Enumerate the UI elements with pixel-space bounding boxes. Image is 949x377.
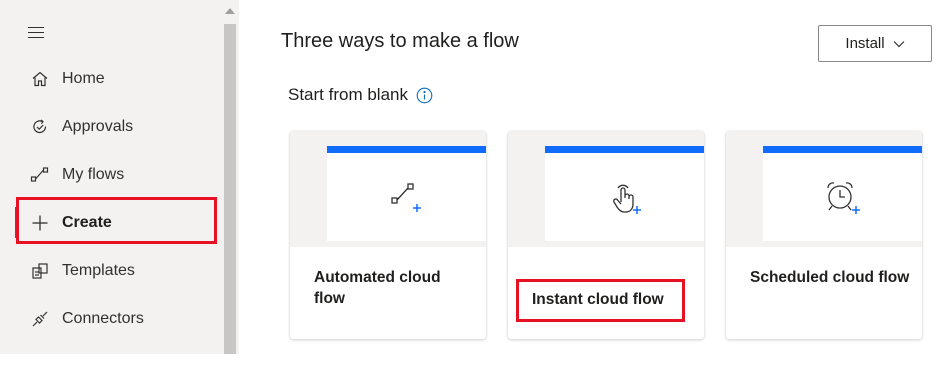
card-illustration [290, 131, 486, 247]
sidebar-item-connectors[interactable]: Connectors [0, 295, 221, 343]
connectors-icon [30, 309, 50, 329]
scrollbar-thumb[interactable] [224, 24, 236, 354]
plus-icon [30, 213, 50, 233]
chevron-down-icon [893, 40, 905, 47]
sidebar-item-my-flows[interactable]: My flows [0, 151, 221, 199]
sidebar-scrollbar[interactable] [221, 0, 239, 354]
card-automated-cloud-flow[interactable]: Automated cloud flow [290, 131, 486, 339]
hamburger-menu-icon[interactable] [28, 26, 44, 38]
card-label: Automated cloud flow [314, 269, 441, 307]
sidebar-item-label: Templates [62, 262, 135, 279]
sidebar-item-label: Home [62, 70, 105, 87]
sidebar-item-label: My flows [62, 166, 125, 183]
card-label: Instant cloud flow [532, 291, 664, 308]
sidebar-item-approvals[interactable]: Approvals [0, 103, 221, 151]
home-icon [30, 69, 50, 89]
automated-flow-icon [391, 183, 421, 212]
approvals-icon [30, 117, 50, 137]
my-flows-icon [30, 165, 50, 185]
info-icon[interactable] [416, 87, 433, 104]
sidebar-item-label: Connectors [62, 310, 144, 327]
left-nav: Home Approvals My flows Create Templates… [0, 0, 221, 354]
alarm-clock-icon [827, 182, 860, 214]
section-title: Start from blank [288, 85, 433, 105]
install-button-label: Install [845, 35, 885, 52]
touch-hand-icon [613, 184, 641, 214]
card-scheduled-cloud-flow[interactable]: Scheduled cloud flow [726, 131, 922, 339]
install-button[interactable]: Install [818, 25, 932, 62]
card-label: Scheduled cloud flow [750, 269, 910, 286]
sidebar-item-label: Approvals [62, 118, 134, 135]
sidebar-item-home[interactable]: Home [0, 55, 221, 103]
sidebar-item-create[interactable]: Create [0, 199, 221, 247]
sidebar-item-label: Create [62, 214, 112, 231]
section-title-text: Start from blank [288, 85, 408, 104]
card-instant-cloud-flow[interactable]: Instant cloud flow [508, 131, 704, 339]
templates-icon [30, 261, 50, 281]
sidebar-item-templates[interactable]: Templates [0, 247, 221, 295]
page-title: Three ways to make a flow [281, 30, 519, 52]
scroll-up-arrow-icon[interactable] [225, 8, 235, 14]
card-illustration [508, 131, 704, 247]
card-illustration [726, 131, 922, 247]
